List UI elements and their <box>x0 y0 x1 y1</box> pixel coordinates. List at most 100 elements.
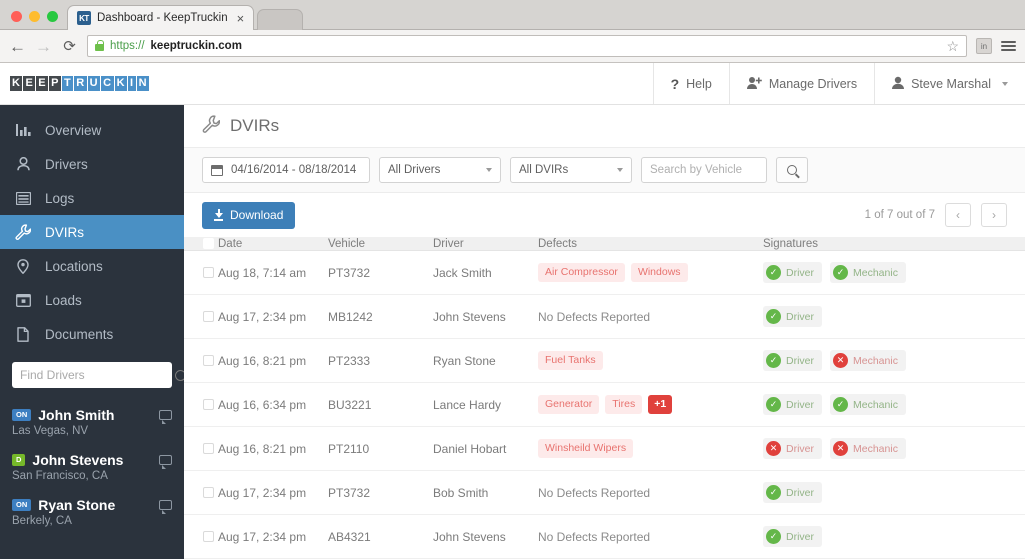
signature-badge[interactable]: ✓Driver <box>763 394 822 415</box>
signature-badge[interactable]: ✓Mechanic <box>830 262 906 283</box>
signature-badge[interactable]: ✓Driver <box>763 482 822 503</box>
status-badge: ON <box>12 409 31 421</box>
chat-bubble-icon[interactable] <box>159 455 172 465</box>
defect-chip[interactable]: Windows <box>631 263 688 282</box>
forward-arrow-icon[interactable]: → <box>35 38 52 55</box>
row-checkbox[interactable] <box>184 399 218 410</box>
drivers-filter-select[interactable]: All Drivers <box>379 157 501 183</box>
url-scheme: https:// <box>110 40 145 52</box>
table-row[interactable]: Aug 16, 8:21 pmPT2110Daniel HobartWinshe… <box>184 427 1025 471</box>
reload-icon[interactable]: ⟳ <box>61 39 78 54</box>
signature-label: Mechanic <box>853 443 898 455</box>
signature-label: Mechanic <box>853 267 898 279</box>
extension-icon[interactable]: in <box>976 38 992 54</box>
manage-drivers-button[interactable]: Manage Drivers <box>729 63 874 104</box>
close-window-button[interactable] <box>11 11 22 22</box>
sidebar-item-label: Locations <box>45 259 103 274</box>
column-header-date[interactable]: Date <box>218 238 328 250</box>
driver-list-item[interactable]: D John Stevens San Francisco, CA <box>0 443 184 488</box>
chevron-right-icon[interactable]: › <box>981 203 1007 227</box>
user-name-label: Steve Marshal <box>911 77 991 91</box>
cell-defects: Winsheild Wipers <box>538 439 763 458</box>
signature-badge[interactable]: ✕Driver <box>763 438 822 459</box>
sidebar-item-dvirs[interactable]: DVIRs <box>0 215 184 249</box>
table-row[interactable]: Aug 17, 2:34 pmMB1242John StevensNo Defe… <box>184 295 1025 339</box>
driver-list-item[interactable]: ON John Smith Las Vegas, NV <box>0 398 184 443</box>
sidebar-item-locations[interactable]: Locations <box>0 249 184 283</box>
minimize-window-button[interactable] <box>29 11 40 22</box>
close-icon[interactable]: × <box>234 12 245 25</box>
address-bar[interactable]: https:// keeptruckin.com ☆ <box>87 35 967 57</box>
row-checkbox[interactable] <box>184 267 218 278</box>
table-row[interactable]: Aug 18, 7:14 amPT3732Jack SmithAir Compr… <box>184 251 1025 295</box>
find-drivers-box[interactable] <box>12 362 172 388</box>
tab-title: Dashboard - KeepTruckin <box>97 12 228 24</box>
user-menu-button[interactable]: Steve Marshal <box>874 63 1025 104</box>
back-arrow-icon[interactable]: ← <box>9 38 26 55</box>
table-row[interactable]: Aug 17, 2:34 pmAB4321John StevensNo Defe… <box>184 515 1025 559</box>
chat-bubble-icon[interactable] <box>159 410 172 420</box>
column-header-vehicle[interactable]: Vehicle <box>328 238 433 250</box>
cell-defects: Fuel Tanks <box>538 351 763 370</box>
signature-badge[interactable]: ✕Mechanic <box>830 350 906 371</box>
hamburger-menu-icon[interactable] <box>1001 41 1016 51</box>
search-button[interactable] <box>776 157 808 183</box>
person-icon <box>15 156 31 172</box>
sidebar-item-loads[interactable]: Loads <box>0 283 184 317</box>
drivers-filter-value: All Drivers <box>388 164 440 176</box>
chevron-down-icon <box>1002 82 1008 86</box>
table-row[interactable]: Aug 16, 8:21 pmPT2333Ryan StoneFuel Tank… <box>184 339 1025 383</box>
maximize-window-button[interactable] <box>47 11 58 22</box>
dvirs-filter-select[interactable]: All DVIRs <box>510 157 632 183</box>
row-checkbox[interactable] <box>184 487 218 498</box>
signature-label: Driver <box>786 311 814 323</box>
signature-badge[interactable]: ✓Driver <box>763 350 822 371</box>
select-all-checkbox[interactable] <box>184 238 218 249</box>
signature-badge[interactable]: ✓Mechanic <box>830 394 906 415</box>
date-range-picker[interactable]: 04/16/2014 - 08/18/2014 <box>202 157 370 183</box>
list-lines-icon <box>15 190 31 206</box>
sidebar-item-documents[interactable]: Documents <box>0 317 184 351</box>
row-checkbox[interactable] <box>184 443 218 454</box>
signature-label: Driver <box>786 443 814 455</box>
bookmark-star-icon[interactable]: ☆ <box>946 38 959 55</box>
defect-chip[interactable]: Fuel Tanks <box>538 351 603 370</box>
action-bar: Download 1 of 7 out of 7 ‹ › <box>184 193 1025 237</box>
sidebar-item-drivers[interactable]: Drivers <box>0 147 184 181</box>
column-header-driver[interactable]: Driver <box>433 238 538 250</box>
download-button[interactable]: Download <box>202 202 295 229</box>
search-icon[interactable] <box>175 370 184 381</box>
signature-badge[interactable]: ✕Mechanic <box>830 438 906 459</box>
vehicle-search-input[interactable]: Search by Vehicle <box>641 157 767 183</box>
check-icon: ✓ <box>766 353 781 368</box>
signature-badge[interactable]: ✓Driver <box>763 306 822 327</box>
row-checkbox[interactable] <box>184 531 218 542</box>
driver-list-item[interactable]: ON Ryan Stone Berkely, CA <box>0 488 184 533</box>
table-row[interactable]: Aug 16, 6:34 pmBU3221Lance HardyGenerato… <box>184 383 1025 427</box>
cross-icon: ✕ <box>833 353 848 368</box>
chevron-left-icon[interactable]: ‹ <box>945 203 971 227</box>
keeptruckin-logo[interactable]: KEEP TRUCKIN <box>10 76 149 91</box>
help-button[interactable]: ? Help <box>653 63 729 104</box>
sidebar-item-overview[interactable]: Overview <box>0 113 184 147</box>
browser-tab[interactable]: KT Dashboard - KeepTruckin × <box>67 5 254 30</box>
find-drivers-input[interactable] <box>20 368 175 382</box>
download-label: Download <box>230 208 283 222</box>
table-row[interactable]: Aug 17, 2:34 pmPT3732Bob SmithNo Defects… <box>184 471 1025 515</box>
signature-badge[interactable]: ✓Driver <box>763 526 822 547</box>
new-tab-button[interactable] <box>257 9 303 30</box>
column-header-signatures[interactable]: Signatures <box>763 238 1025 250</box>
column-header-defects[interactable]: Defects <box>538 238 763 250</box>
chevron-down-icon <box>617 168 623 172</box>
sidebar-item-logs[interactable]: Logs <box>0 181 184 215</box>
chat-bubble-icon[interactable] <box>159 500 172 510</box>
cell-signatures: ✓Driver <box>763 482 1025 503</box>
defect-chip[interactable]: Tires <box>605 395 642 414</box>
defect-chip[interactable]: Air Compressor <box>538 263 625 282</box>
signature-badge[interactable]: ✓Driver <box>763 262 822 283</box>
row-checkbox[interactable] <box>184 311 218 322</box>
defect-more-chip[interactable]: +1 <box>648 395 672 414</box>
defect-chip[interactable]: Generator <box>538 395 599 414</box>
row-checkbox[interactable] <box>184 355 218 366</box>
defect-chip[interactable]: Winsheild Wipers <box>538 439 633 458</box>
